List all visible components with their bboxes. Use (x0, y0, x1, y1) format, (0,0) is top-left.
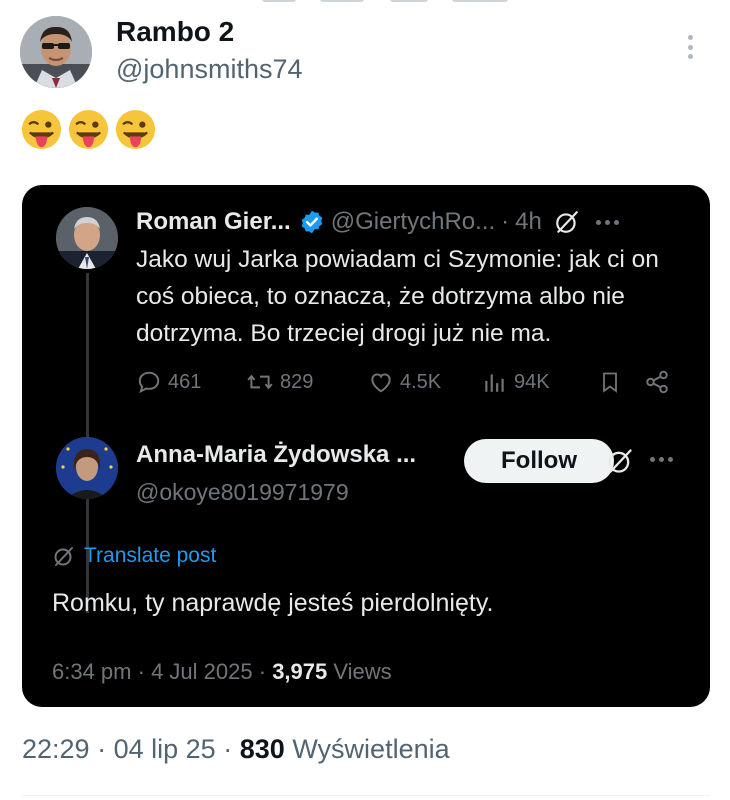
quoted-author-name[interactable]: Roman Gier... (136, 208, 291, 236)
views-button[interactable]: 94K (482, 367, 550, 397)
reply-views-label: Views (333, 659, 392, 684)
share-button[interactable] (644, 367, 670, 397)
winking-tongue-emoji-icon (21, 109, 62, 150)
post-time[interactable]: 22:29 (22, 734, 90, 764)
post-text-emojis (20, 108, 157, 152)
reply-button[interactable]: 461 (136, 367, 201, 397)
reply-post-text: Romku, ty naprawdę jesteś pierdolnięty. (52, 589, 494, 617)
embedded-screenshot[interactable]: Roman Gier... @GiertychRo... · 4h Jako w… (22, 185, 710, 707)
top-cropped-text (0, 0, 730, 8)
reply-author-avatar[interactable] (56, 437, 118, 499)
grok-icon[interactable] (554, 209, 580, 235)
quoted-post-header: Roman Gier... @GiertychRo... · 4h (136, 205, 696, 239)
translate-post-label[interactable]: Translate post (84, 544, 216, 568)
translate-post-link[interactable]: Translate post (52, 541, 216, 571)
author-handle[interactable]: @johnsmiths74 (116, 54, 303, 85)
post-date[interactable]: 04 lip 25 (114, 734, 216, 764)
repost-button[interactable]: 829 (246, 367, 313, 397)
quoted-author-handle[interactable]: @GiertychRo... (331, 208, 495, 236)
repost-icon (247, 374, 273, 390)
divider (22, 795, 710, 796)
more-options-icon[interactable] (684, 32, 696, 62)
reply-post-date[interactable]: 4 Jul 2025 (151, 659, 253, 684)
grok-icon (54, 547, 73, 566)
author-name[interactable]: Rambo 2 (116, 16, 234, 48)
reply-post-time[interactable]: 6:34 pm (52, 659, 132, 684)
action-bar: 461 829 4.5K 94K (136, 367, 681, 397)
reply-views-count: 3,975 (272, 659, 328, 684)
like-count: 4.5K (400, 370, 442, 393)
reply-author-handle[interactable]: @okoye8019971979 (136, 479, 349, 506)
winking-tongue-emoji-icon (68, 109, 109, 150)
share-icon (646, 370, 668, 394)
grok-icon[interactable] (606, 447, 634, 475)
views-count: 94K (514, 370, 550, 393)
quoted-author-avatar[interactable] (56, 207, 118, 269)
reply-icon (138, 371, 160, 394)
reply-post-meta: 6:34 pm · 4 Jul 2025 · 3,975 Views (52, 659, 392, 685)
reply-count: 461 (168, 370, 202, 393)
separator-dot: · (137, 659, 145, 684)
more-options-icon[interactable] (595, 219, 619, 225)
like-button[interactable]: 4.5K (368, 367, 441, 397)
follow-button[interactable]: Follow (464, 439, 614, 483)
separator-dot: · (258, 659, 267, 684)
bookmark-icon (603, 372, 617, 393)
post-meta: 22:29 · 04 lip 25 · 830 Wyświetlenia (22, 734, 450, 765)
separator-dot: · (501, 208, 510, 235)
repost-count: 829 (280, 370, 314, 393)
winking-tongue-emoji-icon (115, 109, 156, 150)
post-views-label[interactable]: Wyświetlenia (292, 734, 449, 764)
reply-author-name[interactable]: Anna-Maria Żydowska ... (136, 441, 416, 469)
heart-icon (371, 373, 391, 393)
separator-dot: · (223, 734, 233, 764)
author-avatar[interactable] (20, 16, 92, 88)
separator-dot: · (97, 734, 107, 764)
post-header: Rambo 2 @johnsmiths74 (20, 14, 710, 94)
reply-post-header: Anna-Maria Żydowska ... @okoye8019971979… (136, 439, 696, 505)
verified-badge-icon (301, 210, 323, 234)
post-views-count[interactable]: 830 (240, 734, 285, 764)
bookmark-button[interactable] (598, 367, 622, 397)
quoted-post-time[interactable]: 4h (515, 208, 542, 236)
quoted-post-text: Jako wuj Jarka powiadam ci Szymonie: jak… (136, 246, 659, 347)
views-chart-icon (485, 374, 504, 392)
more-options-icon[interactable] (650, 457, 673, 462)
